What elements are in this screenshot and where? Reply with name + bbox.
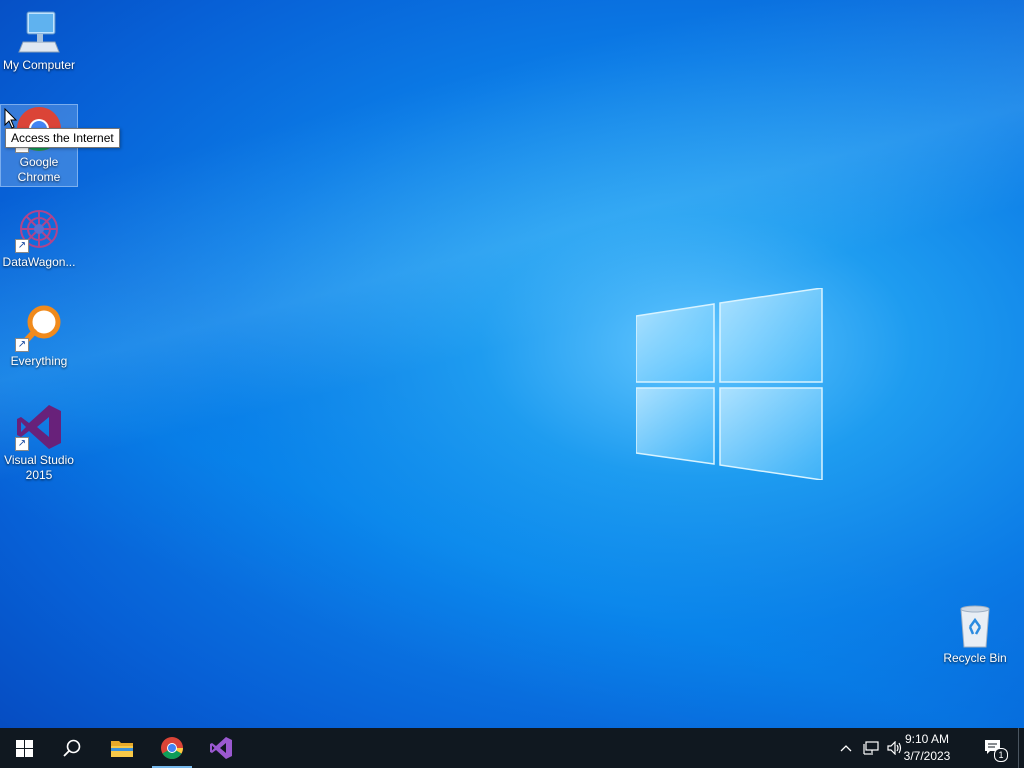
desktop-icon-everything[interactable]: ↗ Everything [1, 304, 77, 369]
search-icon [63, 739, 81, 757]
recycle-bin-icon [951, 601, 999, 649]
icon-label: Everything [10, 354, 68, 368]
mouse-cursor-icon [4, 108, 18, 129]
show-hidden-icons-button[interactable] [836, 728, 856, 768]
icon-label: DataWagon... [2, 255, 76, 269]
shortcut-arrow-icon: ↗ [15, 437, 29, 451]
icon-label: Visual Studio 2015 [4, 453, 74, 482]
clock-date: 3/7/2023 [903, 749, 951, 763]
desktop-icon-visual-studio-2015[interactable]: ↗ Visual Studio 2015 [1, 403, 77, 483]
chrome-icon [161, 737, 183, 759]
icon-label: Recycle Bin [943, 651, 1007, 665]
visual-studio-icon [210, 737, 232, 759]
taskbar: 9:10 AM 3/7/2023 1 [0, 728, 1024, 768]
visual-studio-icon: ↗ [15, 403, 63, 451]
notification-count-badge: 1 [994, 748, 1008, 762]
show-desktop-button[interactable] [1018, 728, 1024, 768]
network-button[interactable] [860, 728, 882, 768]
clock-time: 9:10 AM [904, 732, 950, 746]
chevron-up-icon [840, 745, 852, 752]
start-icon [15, 739, 33, 757]
icon-label: Google Chrome [17, 155, 61, 184]
magnifier-icon: ↗ [15, 304, 63, 352]
desktop-icon-my-computer[interactable]: My Computer [1, 8, 77, 73]
shortcut-arrow-icon: ↗ [15, 338, 29, 352]
search-button[interactable] [48, 728, 96, 768]
computer-icon [15, 8, 63, 56]
wallpaper-light-beam [0, 0, 1024, 728]
chrome-taskbar-button[interactable] [148, 728, 196, 768]
file-explorer-icon [111, 741, 133, 757]
datawagon-icon: ↗ [15, 205, 63, 253]
tooltip: Access the Internet [5, 128, 120, 148]
system-clock[interactable]: 9:10 AM 3/7/2023 [892, 731, 962, 765]
icon-label: My Computer [2, 58, 76, 72]
start-button[interactable] [0, 728, 48, 768]
network-icon [863, 741, 879, 755]
windows-logo-wallpaper [636, 288, 823, 480]
desktop-icon-datawagon[interactable]: ↗ DataWagon... [1, 205, 77, 270]
action-center-button[interactable]: 1 [978, 728, 1008, 768]
shortcut-arrow-icon: ↗ [15, 239, 29, 253]
visual-studio-taskbar-button[interactable] [197, 728, 245, 768]
file-explorer-button[interactable] [98, 728, 146, 768]
desktop-icon-recycle-bin[interactable]: Recycle Bin [937, 601, 1013, 666]
